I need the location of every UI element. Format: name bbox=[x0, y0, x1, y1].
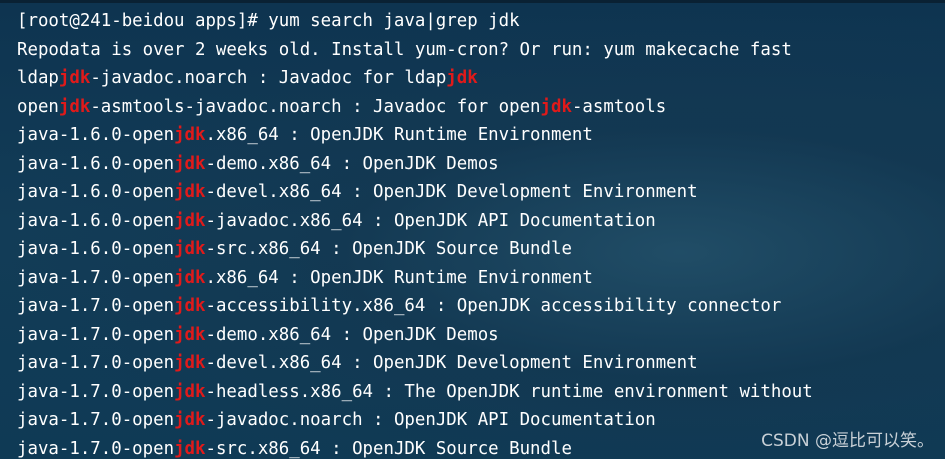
output-line: java-1.6.0-openjdk-demo.x86_64 : OpenJDK… bbox=[17, 150, 813, 179]
line-text: java-1.7.0-open bbox=[17, 296, 175, 316]
grep-match: jdk bbox=[174, 267, 206, 288]
line-text: -accessibility.x86_64 : OpenJDK accessib… bbox=[205, 296, 782, 316]
line-text: Repodata is over 2 weeks old. Install yu… bbox=[17, 39, 792, 60]
line-text: -headless.x86_64 : The OpenJDK runtime e… bbox=[205, 381, 813, 402]
grep-match: jdk bbox=[174, 353, 206, 373]
line-text: java-1.6.0-open bbox=[17, 182, 175, 202]
line-text: java-1.7.0-open bbox=[17, 381, 175, 402]
line-text: -javadoc.noarch : OpenJDK API Documentat… bbox=[205, 410, 656, 430]
terminal-window[interactable]: [root@241-beidou apps]# yum search java|… bbox=[0, 0, 945, 459]
line-text: -devel.x86_64 : OpenJDK Development Envi… bbox=[205, 353, 698, 373]
line-text: -src.x86_64 : OpenJDK Source Bundle bbox=[205, 438, 572, 459]
line-text: -src.x86_64 : OpenJDK Source Bundle bbox=[205, 239, 572, 259]
line-text: java-1.7.0-open bbox=[17, 324, 175, 345]
line-text: [root@241-beidou apps]# yum search java|… bbox=[17, 11, 520, 31]
output-line: java-1.7.0-openjdk-devel.x86_64 : OpenJD… bbox=[17, 349, 813, 378]
terminal-output: [root@241-beidou apps]# yum search java|… bbox=[17, 7, 813, 459]
grep-match: jdk bbox=[58, 68, 91, 88]
output-line: openjdk-asmtools-javadoc.noarch : Javado… bbox=[17, 93, 813, 122]
line-text: java-1.7.0-open bbox=[17, 438, 175, 459]
output-line: java-1.6.0-openjdk-src.x86_64 : OpenJDK … bbox=[17, 235, 813, 264]
line-text: java-1.6.0-open bbox=[17, 239, 175, 259]
output-line: java-1.7.0-openjdk-headless.x86_64 : The… bbox=[17, 378, 813, 407]
line-text: -javadoc.x86_64 : OpenJDK API Documentat… bbox=[205, 210, 656, 231]
grep-match: jdk bbox=[174, 410, 206, 430]
line-text: java-1.7.0-open bbox=[17, 410, 175, 430]
line-text: .x86_64 : OpenJDK Runtime Environment bbox=[205, 267, 593, 288]
grep-match: jdk bbox=[58, 96, 91, 117]
output-line: java-1.6.0-openjdk.x86_64 : OpenJDK Runt… bbox=[17, 121, 813, 150]
grep-match: jdk bbox=[174, 438, 206, 459]
line-text: -demo.x86_64 : OpenJDK Demos bbox=[205, 324, 499, 345]
line-text: ldap bbox=[17, 68, 59, 88]
grep-match: jdk bbox=[174, 239, 206, 259]
grep-match: jdk bbox=[174, 182, 206, 202]
grep-match: jdk bbox=[540, 96, 572, 117]
line-text: java-1.6.0-open bbox=[17, 125, 175, 145]
line-text: -demo.x86_64 : OpenJDK Demos bbox=[205, 153, 499, 174]
line-text: java-1.7.0-open bbox=[17, 353, 175, 373]
output-line: java-1.6.0-openjdk-javadoc.x86_64 : Open… bbox=[17, 207, 813, 236]
output-line: java-1.7.0-openjdk-src.x86_64 : OpenJDK … bbox=[17, 435, 813, 459]
line-text: -asmtools bbox=[571, 96, 667, 117]
line-text: open bbox=[17, 96, 59, 117]
csdn-watermark: CSDN @逗比可以笑。 bbox=[761, 431, 934, 451]
grep-match: jdk bbox=[446, 68, 478, 88]
title-bar-edge bbox=[0, 0, 945, 3]
grep-match: jdk bbox=[174, 296, 206, 316]
output-line: java-1.7.0-openjdk-accessibility.x86_64 … bbox=[17, 292, 813, 321]
output-line: java-1.7.0-openjdk-demo.x86_64 : OpenJDK… bbox=[17, 321, 813, 350]
line-text: -javadoc.noarch : Javadoc for ldap bbox=[90, 68, 447, 88]
output-line: java-1.6.0-openjdk-devel.x86_64 : OpenJD… bbox=[17, 178, 813, 207]
output-line: ldapjdk-javadoc.noarch : Javadoc for lda… bbox=[17, 64, 813, 93]
grep-match: jdk bbox=[174, 153, 206, 174]
grep-match: jdk bbox=[174, 125, 206, 145]
output-line: java-1.7.0-openjdk-javadoc.noarch : Open… bbox=[17, 406, 813, 435]
line-text: java-1.6.0-open bbox=[17, 210, 175, 231]
line-text: java-1.7.0-open bbox=[17, 267, 175, 288]
command-line: [root@241-beidou apps]# yum search java|… bbox=[17, 7, 813, 36]
line-text: -asmtools-javadoc.noarch : Javadoc for o… bbox=[90, 96, 541, 117]
grep-match: jdk bbox=[174, 210, 206, 231]
line-text: -devel.x86_64 : OpenJDK Development Envi… bbox=[205, 182, 698, 202]
output-line: Repodata is over 2 weeks old. Install yu… bbox=[17, 36, 813, 65]
grep-match: jdk bbox=[174, 324, 206, 345]
grep-match: jdk bbox=[174, 381, 206, 402]
line-text: java-1.6.0-open bbox=[17, 153, 175, 174]
line-text: .x86_64 : OpenJDK Runtime Environment bbox=[205, 125, 593, 145]
output-line: java-1.7.0-openjdk.x86_64 : OpenJDK Runt… bbox=[17, 264, 813, 293]
